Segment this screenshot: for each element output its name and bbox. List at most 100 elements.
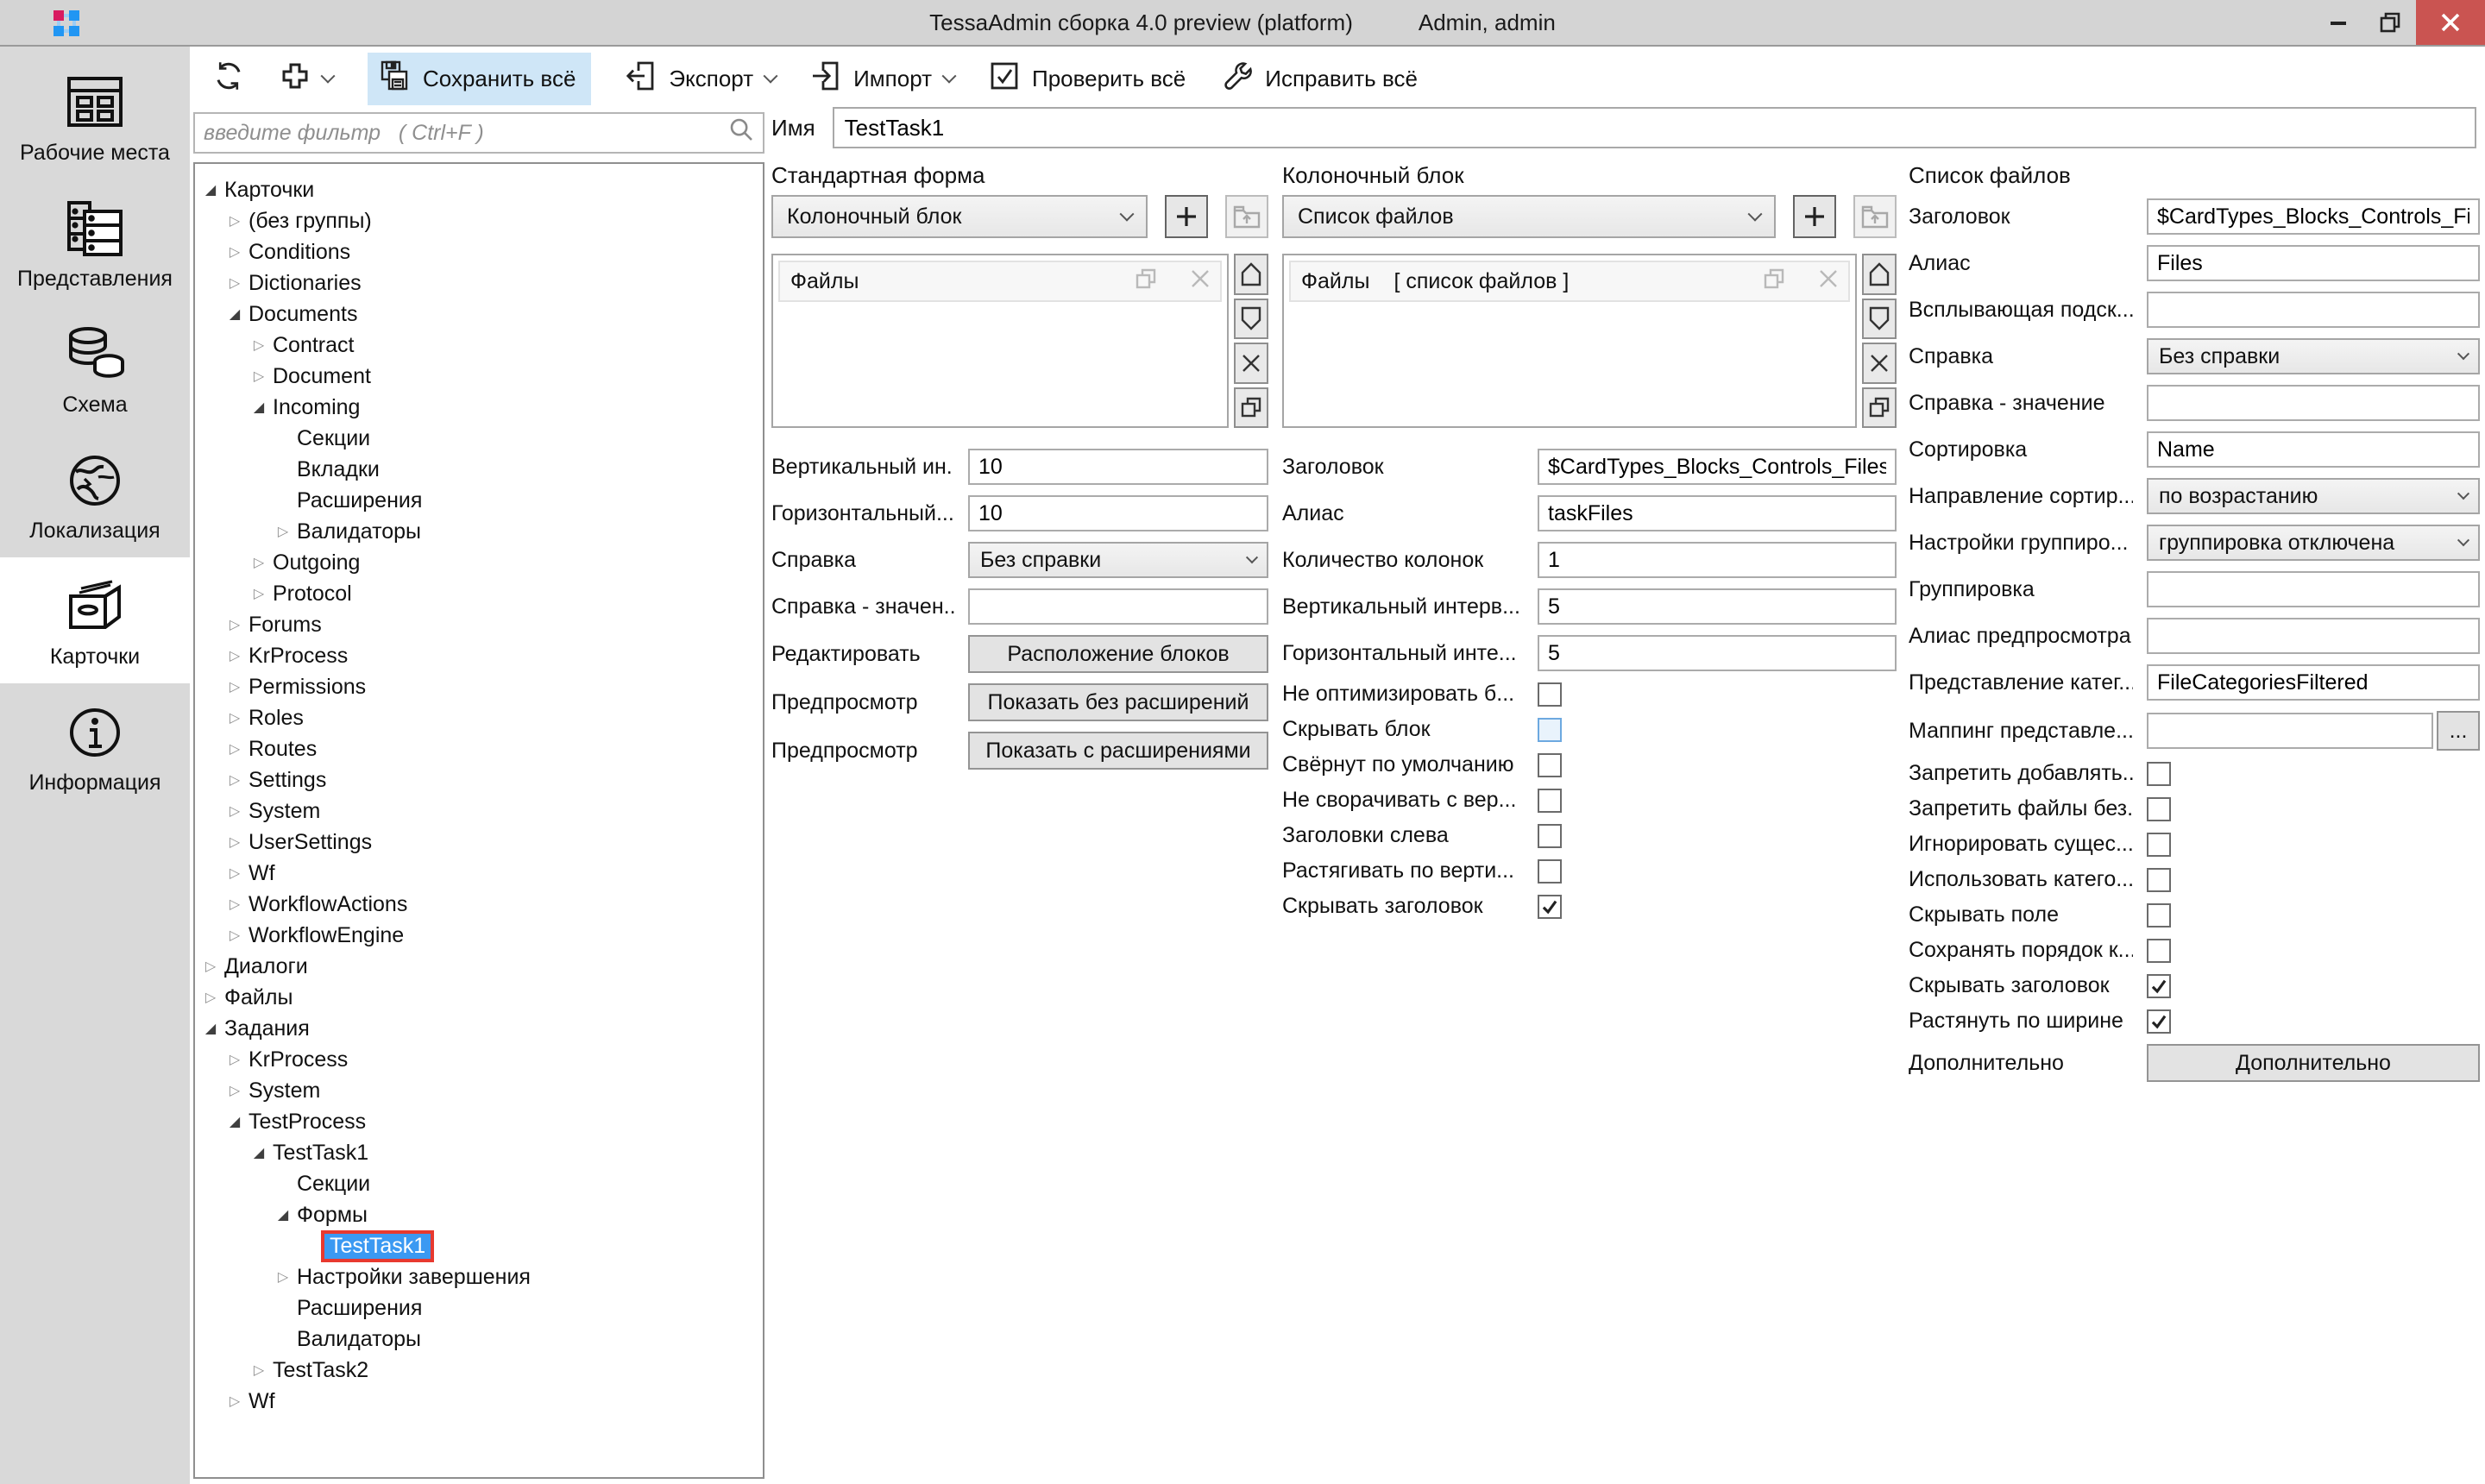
expand-arrow-icon[interactable]: ▷ (226, 647, 243, 664)
field-input[interactable] (2147, 431, 2480, 468)
field-input[interactable] (1538, 449, 1897, 485)
field-input[interactable] (1538, 542, 1897, 578)
import-button[interactable]: Импорт (810, 60, 954, 97)
tree-item[interactable]: ▷Wf (195, 858, 763, 889)
field-select[interactable]: Без справки (968, 542, 1268, 578)
tree-item[interactable]: ▷TestTask2 (195, 1355, 763, 1386)
paste-block-button[interactable] (1225, 195, 1268, 238)
expand-arrow-icon[interactable]: ▷ (250, 336, 267, 354)
close-icon[interactable] (1819, 269, 1838, 294)
delete-button[interactable] (1862, 343, 1897, 384)
tree-item[interactable]: ▷Settings (195, 764, 763, 795)
field-input[interactable] (1538, 588, 1897, 625)
field-input[interactable] (2147, 292, 2480, 328)
list-item[interactable]: Файлы[ список файлов ] (1289, 261, 1850, 302)
add-button[interactable] (280, 60, 333, 97)
tree-item[interactable]: Расширения (195, 485, 763, 516)
field-input[interactable] (968, 495, 1268, 531)
field-input[interactable] (2147, 198, 2480, 235)
tree-item[interactable]: ▷(без группы) (195, 205, 763, 236)
expand-arrow-icon[interactable]: ▷ (226, 274, 243, 292)
tree-item[interactable]: ◢TestProcess (195, 1106, 763, 1137)
expand-arrow-icon[interactable]: ▷ (226, 1082, 243, 1099)
checkbox[interactable] (1538, 824, 1562, 848)
collapse-arrow-icon[interactable]: ◢ (250, 1144, 267, 1161)
tree-item[interactable]: ▷Forums (195, 609, 763, 640)
field-select[interactable]: Без справки (2147, 338, 2480, 374)
tree-item[interactable]: ▷Валидаторы (195, 516, 763, 547)
filter-input[interactable] (204, 121, 728, 146)
expand-arrow-icon[interactable]: ▷ (250, 585, 267, 602)
tree-item[interactable]: ▷System (195, 1075, 763, 1106)
expand-arrow-icon[interactable]: ▷ (226, 243, 243, 261)
tree-item[interactable]: ◢Формы (195, 1199, 763, 1230)
field-button[interactable]: Дополнительно (2147, 1044, 2480, 1082)
tree-item[interactable]: ▷Настройки завершения (195, 1261, 763, 1292)
expand-arrow-icon[interactable]: ▷ (226, 1051, 243, 1068)
collapse-arrow-icon[interactable]: ◢ (226, 1113, 243, 1130)
field-input[interactable] (2147, 571, 2480, 607)
refresh-button[interactable] (212, 60, 245, 98)
tree-item[interactable]: ▷Document (195, 361, 763, 392)
expand-arrow-icon[interactable]: ▷ (226, 212, 243, 230)
controls-list[interactable]: Файлы[ список файлов ] (1282, 254, 1857, 428)
tree-item[interactable]: ▷WorkflowActions (195, 889, 763, 920)
collapse-arrow-icon[interactable]: ◢ (202, 1020, 219, 1037)
tree-item[interactable]: ▷KrProcess (195, 640, 763, 671)
sidebar-item-Рабочие места[interactable]: Рабочие места (0, 53, 190, 179)
add-block-button[interactable] (1165, 195, 1208, 238)
tree-item[interactable]: ▷WorkflowEngine (195, 920, 763, 951)
checkbox[interactable] (1538, 789, 1562, 813)
field-select[interactable]: группировка отключена (2147, 525, 2480, 561)
expand-arrow-icon[interactable]: ▷ (274, 523, 292, 540)
restore-button[interactable] (2364, 0, 2416, 45)
tree-item[interactable]: ◢Карточки (195, 174, 763, 205)
checkbox[interactable] (2147, 903, 2171, 928)
tree-item[interactable]: Валидаторы (195, 1324, 763, 1355)
expand-arrow-icon[interactable]: ▷ (274, 1268, 292, 1286)
tree-item[interactable]: ▷UserSettings (195, 827, 763, 858)
tree-item[interactable]: TestTask1 (195, 1230, 763, 1261)
tree-item[interactable]: ◢Incoming (195, 392, 763, 423)
close-icon[interactable] (1191, 269, 1210, 294)
checkbox[interactable] (2147, 974, 2171, 998)
copy-icon[interactable] (1136, 268, 1156, 295)
tree-item[interactable]: Секции (195, 1168, 763, 1199)
tree-item[interactable]: Расширения (195, 1292, 763, 1324)
collapse-arrow-icon[interactable]: ◢ (202, 181, 219, 198)
sidebar-item-Карточки[interactable]: Карточки (0, 557, 190, 683)
move-up-button[interactable] (1234, 254, 1268, 295)
field-button[interactable]: Показать без расширений (968, 683, 1268, 721)
field-input[interactable] (2147, 664, 2480, 701)
checkbox[interactable] (1538, 718, 1562, 742)
checkbox[interactable] (1538, 859, 1562, 883)
expand-arrow-icon[interactable]: ▷ (202, 958, 219, 975)
checkbox[interactable] (2147, 797, 2171, 821)
sidebar-item-Информация[interactable]: Информация (0, 683, 190, 809)
copy-button[interactable] (1234, 387, 1268, 429)
list-item[interactable]: Файлы (778, 261, 1222, 302)
field-button[interactable]: Расположение блоков (968, 635, 1268, 673)
tree-item[interactable]: ▷System (195, 795, 763, 827)
checkbox[interactable] (2147, 939, 2171, 963)
checkbox[interactable] (2147, 1009, 2171, 1034)
tree-item[interactable]: ▷Диалоги (195, 951, 763, 982)
control-type-select[interactable]: Список файлов (1282, 195, 1776, 238)
sidebar-item-Локализация[interactable]: Локализация (0, 431, 190, 557)
minimize-button[interactable] (2312, 0, 2364, 45)
expand-arrow-icon[interactable]: ▷ (226, 927, 243, 944)
control-type-select[interactable]: Колоночный блок (771, 195, 1148, 238)
checkbox[interactable] (2147, 762, 2171, 786)
tree-item[interactable]: ▷Wf (195, 1386, 763, 1417)
expand-arrow-icon[interactable]: ▷ (226, 740, 243, 758)
delete-button[interactable] (1234, 343, 1268, 384)
move-down-button[interactable] (1234, 299, 1268, 340)
collapse-arrow-icon[interactable]: ◢ (274, 1206, 292, 1223)
copy-icon[interactable] (1764, 268, 1784, 295)
expand-arrow-icon[interactable]: ▷ (226, 833, 243, 851)
sidebar-item-Представления[interactable]: Представления (0, 179, 190, 305)
expand-arrow-icon[interactable]: ▷ (226, 802, 243, 820)
field-input[interactable] (2147, 618, 2480, 654)
expand-arrow-icon[interactable]: ▷ (250, 554, 267, 571)
checkbox[interactable] (2147, 868, 2171, 892)
